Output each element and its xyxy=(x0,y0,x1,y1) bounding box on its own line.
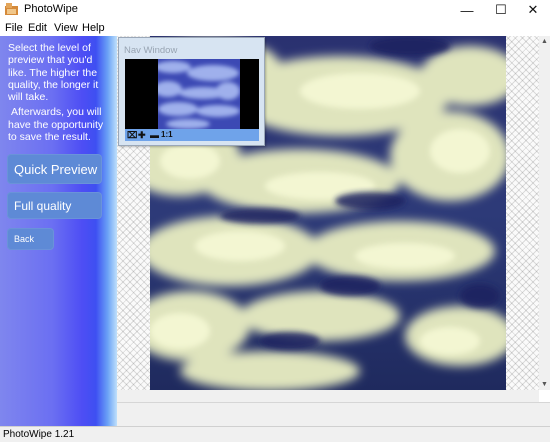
menu-edit[interactable]: Edit xyxy=(28,22,47,34)
zoom-out-icon[interactable]: ▬ xyxy=(150,130,159,140)
instruction-text-2: Afterwards, you will have the opportunit… xyxy=(8,106,104,144)
status-bar: PhotoWipe 1.21 xyxy=(0,426,550,442)
nav-thumbnail xyxy=(158,59,240,129)
full-quality-label: Full quality xyxy=(14,198,72,213)
scroll-down-icon[interactable]: ▼ xyxy=(539,379,550,390)
close-button[interactable]: ✕ xyxy=(516,0,550,20)
nav-toolbar: ⌧ ✚ ▬ 1:1 xyxy=(125,129,259,141)
menu-view[interactable]: View xyxy=(54,22,78,34)
vertical-scrollbar[interactable]: ▲ ▼ xyxy=(539,36,550,390)
instruction-text-1: Select the level of preview that you'd l… xyxy=(8,42,99,104)
menu-file[interactable]: File xyxy=(5,22,23,34)
sidebar-panel: Select the level of preview that you'd l… xyxy=(0,36,117,426)
instructions: Select the level of preview that you'd l… xyxy=(8,42,113,146)
actual-size-icon[interactable]: 1:1 xyxy=(161,130,173,140)
scroll-up-icon[interactable]: ▲ xyxy=(539,36,550,47)
menu-help[interactable]: Help xyxy=(82,22,105,34)
status-text: PhotoWipe 1.21 xyxy=(3,429,75,440)
window-title: PhotoWipe xyxy=(24,3,78,15)
bottom-panel xyxy=(117,402,550,426)
zoom-in-icon[interactable]: ✚ xyxy=(138,130,146,140)
back-button[interactable]: Back xyxy=(7,228,54,250)
full-quality-button[interactable]: Full quality xyxy=(7,192,102,219)
nav-preview[interactable] xyxy=(125,59,259,129)
fit-icon[interactable]: ⌧ xyxy=(127,130,137,140)
photowipe-app-icon xyxy=(5,3,18,15)
minimize-button[interactable]: — xyxy=(450,0,484,20)
horizontal-scrollbar[interactable] xyxy=(117,390,539,402)
quick-preview-button[interactable]: Quick Preview xyxy=(7,154,102,184)
quick-preview-label: Quick Preview xyxy=(14,161,98,177)
menu-bar: File Edit View Help xyxy=(0,20,550,36)
back-label: Back xyxy=(14,234,35,244)
nav-window-title: Nav Window xyxy=(124,45,178,56)
maximize-button[interactable]: ☐ xyxy=(484,0,518,20)
nav-window[interactable]: Nav Window ⌧ ✚ ▬ 1:1 xyxy=(118,37,265,146)
title-bar: PhotoWipe — ☐ ✕ xyxy=(0,0,550,20)
